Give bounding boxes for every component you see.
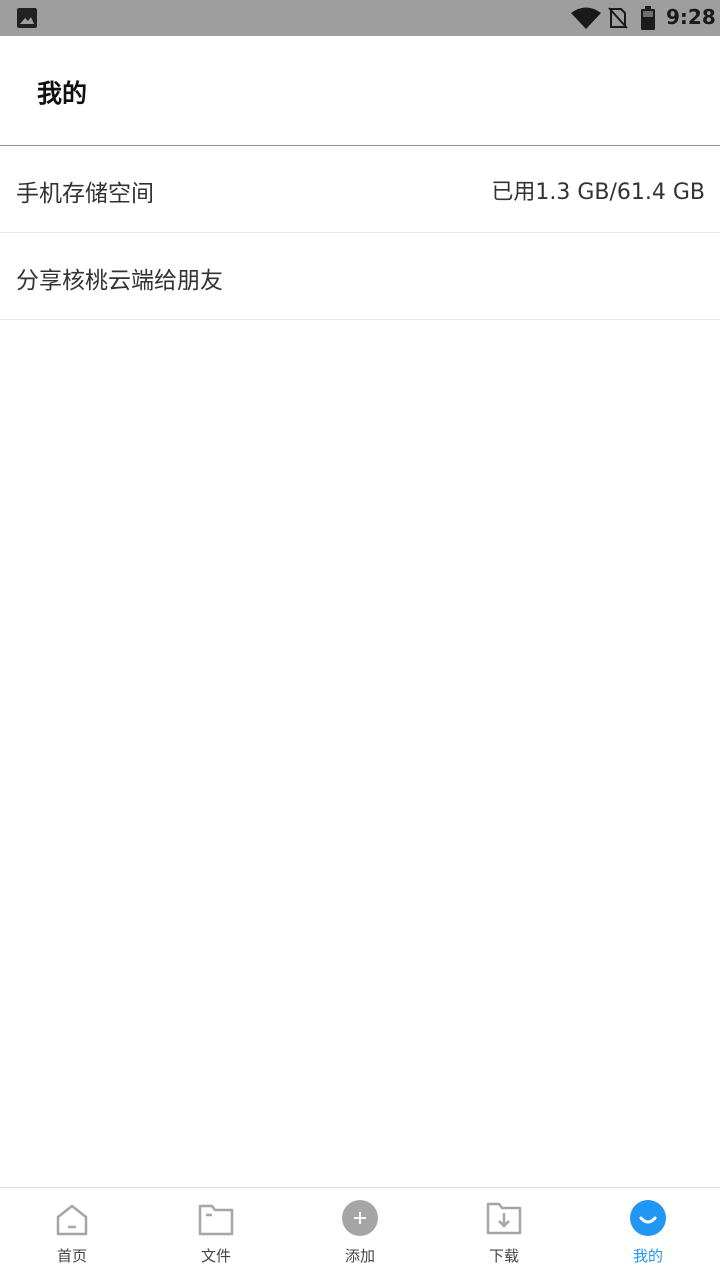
wifi-icon <box>571 7 601 29</box>
nav-label-files: 文件 <box>200 1247 231 1265</box>
nav-label-downloads: 下载 <box>488 1247 519 1265</box>
share-label: 分享核桃云端给朋友 <box>16 268 223 294</box>
status-bar: 9:28 <box>0 0 720 36</box>
folder-icon <box>198 1204 234 1236</box>
storage-list-item[interactable]: 手机存储空间 已用1.3 GB/61.4 GB <box>0 146 720 233</box>
battery-icon <box>641 6 655 30</box>
home-icon <box>56 1204 88 1236</box>
status-time: 9:28 <box>666 5 716 29</box>
nav-item-downloads[interactable]: 下载 <box>432 1188 576 1280</box>
gallery-notification-icon <box>17 8 37 28</box>
download-icon <box>486 1202 522 1235</box>
app-header: 我的 <box>0 36 720 146</box>
storage-label: 手机存储空间 <box>16 181 154 207</box>
share-list-item[interactable]: 分享核桃云端给朋友 <box>0 233 720 320</box>
add-icon <box>342 1200 378 1236</box>
nav-item-add[interactable]: 添加 <box>288 1188 432 1280</box>
nav-item-home[interactable]: 首页 <box>0 1188 144 1280</box>
nav-item-profile[interactable]: 我的 <box>576 1188 720 1280</box>
nav-label-profile: 我的 <box>632 1247 663 1265</box>
page-title: 我的 <box>37 79 88 108</box>
nav-label-add: 添加 <box>344 1247 375 1265</box>
bottom-nav: 首页 文件 添加 下载 我的 <box>0 1187 720 1280</box>
profile-icon <box>630 1200 666 1236</box>
nav-label-home: 首页 <box>56 1247 87 1265</box>
nav-item-files[interactable]: 文件 <box>144 1188 288 1280</box>
no-sim-icon <box>608 7 628 29</box>
storage-usage-value: 已用1.3 GB/61.4 GB <box>491 180 705 205</box>
